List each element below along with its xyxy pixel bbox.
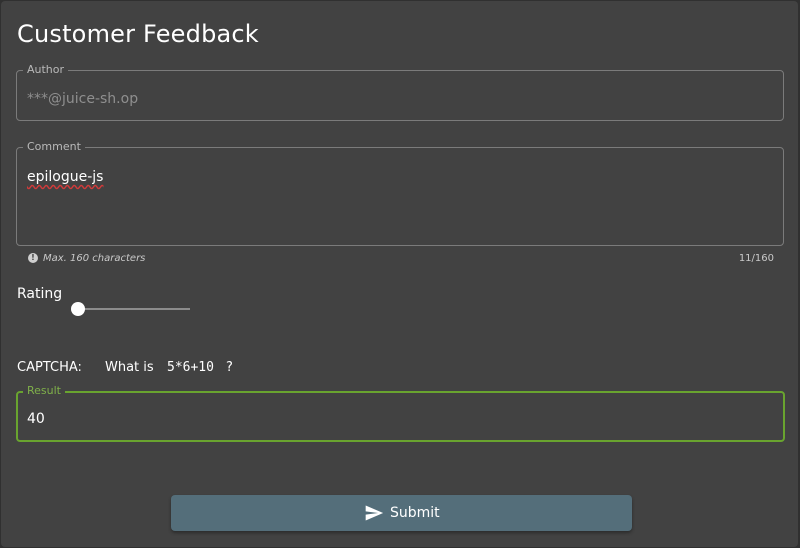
captcha-prefix: What is <box>105 360 154 375</box>
rating-slider-track[interactable] <box>78 308 190 310</box>
comment-field[interactable]: Comment epilogue-js <box>16 140 784 246</box>
submit-button[interactable]: Submit <box>171 495 632 531</box>
submit-label: Submit <box>390 505 440 521</box>
comment-label: Comment <box>23 140 85 154</box>
rating-label: Rating <box>17 286 63 302</box>
feedback-card: Customer Feedback Author ***@juice-sh.op… <box>1 1 798 547</box>
result-input[interactable]: 40 <box>27 410 45 428</box>
character-counter: 11/160 <box>738 253 774 264</box>
captcha-expression: 5*6+10 <box>167 360 214 375</box>
captcha-suffix: ? <box>226 360 233 375</box>
rating-slider-thumb[interactable] <box>71 302 85 316</box>
captcha-question: CAPTCHA: What is 5*6+10 ? <box>17 359 233 377</box>
result-label: Result <box>23 384 65 398</box>
author-value: ***@juice-sh.op <box>27 91 139 107</box>
author-field: Author ***@juice-sh.op <box>16 63 784 121</box>
comment-hint: Max. 160 characters <box>43 253 146 264</box>
info-icon: ! <box>28 253 38 263</box>
page-title: Customer Feedback <box>17 20 259 48</box>
captcha-label: CAPTCHA: <box>17 360 82 375</box>
send-icon <box>365 505 384 521</box>
comment-hint-row: ! Max. 160 characters 11/160 <box>28 252 774 266</box>
captcha-result-field[interactable]: Result 40 <box>16 384 785 442</box>
comment-text: epilogue-js <box>27 169 104 185</box>
author-label: Author <box>23 63 69 77</box>
comment-textarea[interactable]: epilogue-js <box>27 168 103 186</box>
